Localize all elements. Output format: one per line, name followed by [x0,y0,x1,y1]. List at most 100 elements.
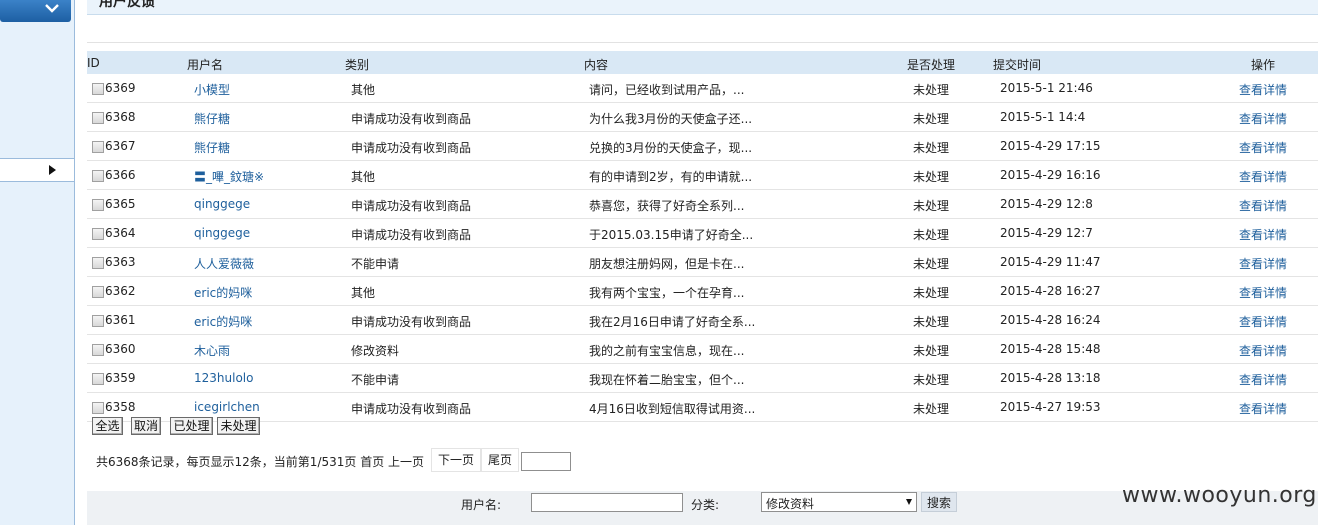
row-status: 未处理 [913,112,950,126]
table-row: 6361 eric的妈咪 申请成功没有收到商品 我在2月16日申请了好奇全系... 未处… [87,306,1318,335]
row-username-link[interactable]: 木心雨 [194,342,230,359]
view-details-link[interactable]: 查看详情 [1239,313,1287,330]
row-checkbox[interactable] [92,344,104,356]
row-content: 于2015.03.15申请了好奇全... [589,228,754,242]
row-username-link[interactable]: icegirlchen [194,400,260,414]
row-username-link[interactable]: 123hulolo [194,371,253,385]
row-id: 6361 [105,313,136,327]
page-jump-input[interactable] [521,452,571,471]
header-category: 类别 [345,58,370,72]
view-details-link[interactable]: 查看详情 [1239,400,1287,417]
search-button[interactable]: 搜索 [921,492,957,512]
view-details-link[interactable]: 查看详情 [1239,342,1287,359]
feedback-table: ID 用户名 类别 内容 是否处理 提交时间 操作 6369 小模型 其他 请问，已经… [87,51,1318,422]
view-details-link[interactable]: 查看详情 [1239,81,1287,98]
mark-processed-button[interactable]: 已处理 [170,417,213,435]
page-title: 用户反馈 [99,0,155,10]
row-username-link[interactable]: 小模型 [194,81,230,98]
header-status: 是否处理 [907,58,956,72]
row-category: 修改资料 [351,344,400,358]
row-username-link[interactable]: qinggege [194,226,250,240]
row-content: 我现在怀着二胎宝宝，但个... [589,373,745,387]
row-id: 6365 [105,197,136,211]
row-checkbox[interactable] [92,141,104,153]
row-status: 未处理 [913,228,950,242]
row-status: 未处理 [913,373,950,387]
view-details-link[interactable]: 查看详情 [1239,110,1287,127]
row-category: 不能申请 [351,257,400,271]
row-checkbox[interactable] [92,112,104,124]
row-checkbox[interactable] [92,199,104,211]
page-root: 用户反馈 ID 用户名 类别 内容 是否处理 提交时间 操作 6369 小模型 其他… [0,0,1328,525]
row-category: 申请成功没有收到商品 [351,112,472,126]
view-details-link[interactable]: 查看详情 [1239,168,1287,185]
row-content: 兑换的3月份的天使盒子，现... [589,141,753,155]
row-content: 我在2月16日申请了好奇全系... [589,315,756,329]
view-details-link[interactable]: 查看详情 [1239,139,1287,156]
row-category: 其他 [351,83,376,97]
row-content: 恭喜您，获得了好奇全系列... [589,199,745,213]
row-username-link[interactable]: eric的妈咪 [194,284,252,301]
sidebar [0,0,75,525]
header-id: ID [87,56,100,70]
category-select[interactable]: 修改资料 [761,492,917,512]
row-id: 6362 [105,284,136,298]
last-page-button[interactable]: 尾页 [481,448,520,472]
row-category: 不能申请 [351,373,400,387]
select-all-button[interactable]: 全选 [92,417,123,435]
row-checkbox[interactable] [92,315,104,327]
row-checkbox[interactable] [92,286,104,298]
table-row: 6368 熊仔糖 申请成功没有收到商品 为什么我3月份的天使盒子还... 未处理 2015… [87,103,1318,132]
row-username-link[interactable]: 熊仔糖 [194,139,230,156]
pager-summary: 共6368条记录，每页显示12条，当前第1/531页 首页 上一页 [96,455,425,469]
table-row: 6363 人人爱薇薇 不能申请 朋友想注册妈网，但是卡在... 未处理 2015-4-29… [87,248,1318,277]
table-row: 6366 〓_嗶_鈫瑭※ 其他 有的申请到2岁，有的申请就... 未处理 2015-4-2… [87,161,1318,190]
cancel-button[interactable]: 取消 [131,417,161,435]
row-checkbox[interactable] [92,257,104,269]
view-details-link[interactable]: 查看详情 [1239,226,1287,243]
row-content: 4月16日收到短信取得试用资... [589,402,756,416]
view-details-link[interactable]: 查看详情 [1239,197,1287,214]
row-checkbox[interactable] [92,402,104,414]
row-id: 6363 [105,255,136,269]
row-username-link[interactable]: eric的妈咪 [194,313,252,330]
table-row: 6360 木心雨 修改资料 我的之前有宝宝信息，现在... 未处理 2015-4-28 1… [87,335,1318,364]
row-id: 6364 [105,226,136,240]
row-id: 6358 [105,400,136,414]
row-username-link[interactable]: 熊仔糖 [194,110,230,127]
row-time: 2015-4-28 13:18 [1000,371,1101,385]
header-content: 内容 [584,58,609,72]
row-time: 2015-4-29 12:7 [1000,226,1093,240]
row-checkbox[interactable] [92,83,104,95]
page-title-bar: 用户反馈 [87,0,1318,15]
header-operation: 操作 [1251,58,1276,72]
row-category: 申请成功没有收到商品 [351,315,472,329]
row-username-link[interactable]: qinggege [194,197,250,211]
row-checkbox[interactable] [92,228,104,240]
row-id: 6366 [105,168,136,182]
sidebar-collapse-button[interactable] [0,0,71,22]
row-username-link[interactable]: 〓_嗶_鈫瑭※ [194,168,264,185]
table-row: 6359 123hulolo 不能申请 我现在怀着二胎宝宝，但个... 未处理 2015-… [87,364,1318,393]
row-content: 我的之前有宝宝信息，现在... [589,344,745,358]
category-select-value: 修改资料 [766,497,815,511]
table-header: ID 用户名 类别 内容 是否处理 提交时间 操作 [87,51,1318,74]
view-details-link[interactable]: 查看详情 [1239,255,1287,272]
view-details-link[interactable]: 查看详情 [1239,284,1287,301]
row-checkbox[interactable] [92,373,104,385]
view-details-link[interactable]: 查看详情 [1239,371,1287,388]
row-content: 请问，已经收到试用产品，... [589,83,745,97]
search-user-input[interactable] [531,493,683,512]
row-status: 未处理 [913,286,950,300]
row-time: 2015-4-29 17:15 [1000,139,1101,153]
row-category: 申请成功没有收到商品 [351,199,472,213]
table-row: 6364 qinggege 申请成功没有收到商品 于2015.03.15申请了好奇全.… [87,219,1318,248]
row-checkbox[interactable] [92,170,104,182]
row-id: 6368 [105,110,136,124]
row-status: 未处理 [913,199,950,213]
sidebar-toggle-button[interactable] [0,158,74,182]
row-username-link[interactable]: 人人爱薇薇 [194,255,254,272]
mark-unprocessed-button[interactable]: 未处理 [217,417,260,435]
row-content: 朋友想注册妈网，但是卡在... [589,257,745,271]
next-page-button[interactable]: 下一页 [431,448,482,472]
